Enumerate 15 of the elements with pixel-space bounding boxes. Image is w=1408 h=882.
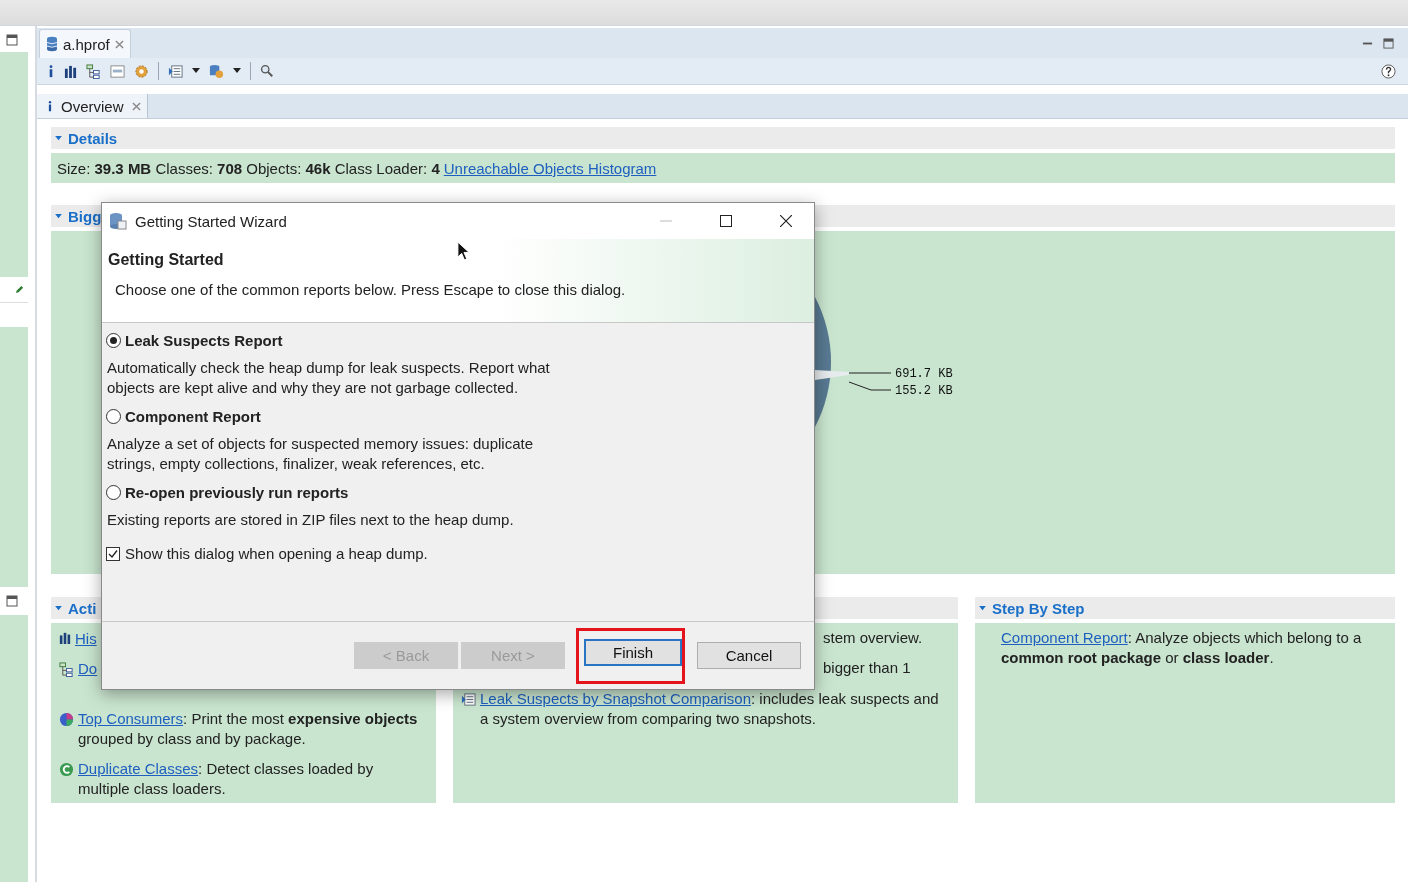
report-description: bigger than 1 <box>823 659 911 678</box>
option-description: Analyze a set of objects for suspected memory issues: duplicate strings, empty collections, finalizer, weak references, etc. <box>107 434 535 474</box>
report-description: Leak Suspects by Snapshot Comparison: includes leak suspects and a system overview from comparing two snapshots. <box>480 689 940 729</box>
step-description: Component Report: Analyze objects which belong to a common root package or class loader. <box>1001 628 1363 668</box>
action-description: Duplicate Classes: Detect classes loaded by multiple class loaders. <box>78 759 375 799</box>
dialog-description: Choose one of the common reports below. Press Escape to close this dialog. <box>114 281 627 298</box>
chart-label: 691.7 KB <box>895 367 953 381</box>
chart-label: 155.2 KB <box>895 384 953 398</box>
option-description: Existing reports are stored in ZIP files next to the heap dump. <box>107 510 515 530</box>
details-summary: Size: 39.3 MB Classes: 708 Objects: 46k Class Loader: 4 <box>57 159 440 177</box>
report-description: stem overview. <box>823 629 923 648</box>
option-description: Automatically check the heap dump for leak suspects. Report what objects are kept alive and why they are not garbage collected. <box>107 358 551 398</box>
dialog-title: Getting Started Wizard <box>135 212 287 230</box>
dialog-heading: Getting Started <box>108 251 224 269</box>
action-description: Top Consumers: Print the most expensive objects grouped by class and by package. <box>78 709 419 749</box>
